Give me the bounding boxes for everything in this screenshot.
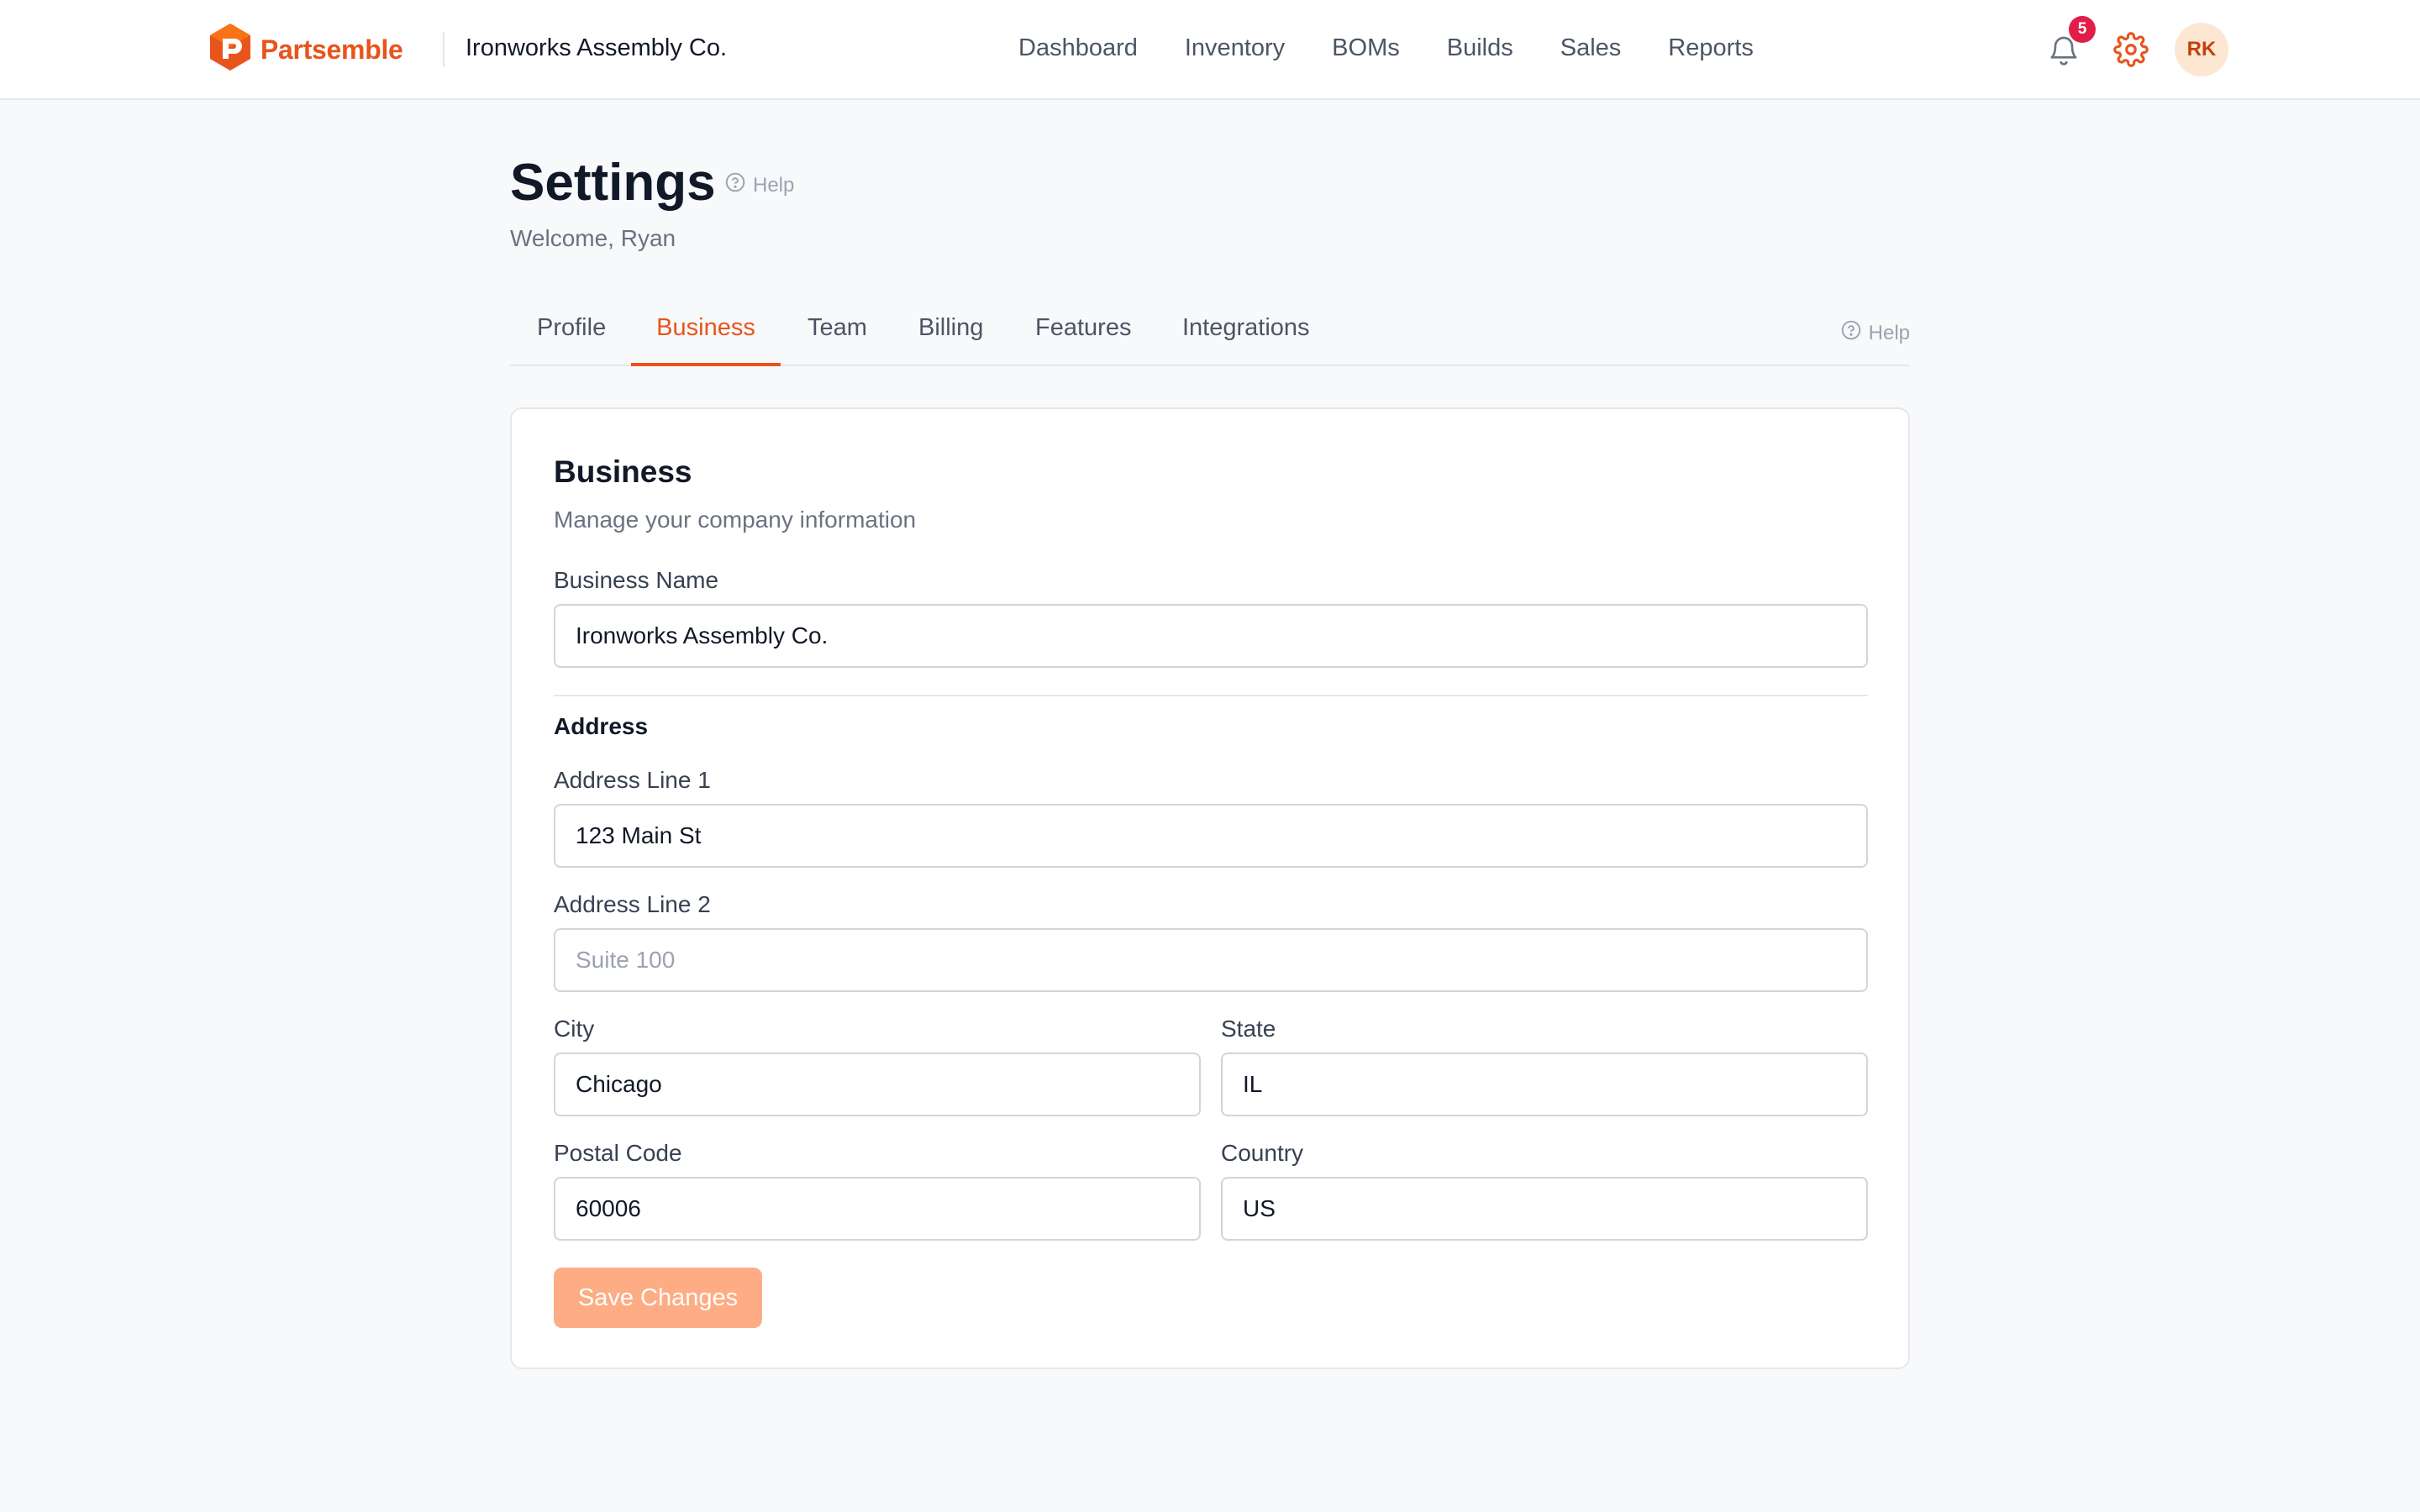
tab-business[interactable]: Business [631, 314, 781, 366]
welcome-text: Welcome, Ryan [510, 225, 676, 251]
gear-icon[interactable] [2113, 32, 2149, 67]
city-input[interactable]: Chicago [554, 1053, 1201, 1116]
save-changes-button[interactable]: Save Changes [554, 1268, 762, 1328]
country-input[interactable]: US [1221, 1177, 1868, 1241]
country-label: Country [1221, 1140, 1304, 1166]
settings-tabs: Profile Business Team Billing Features I… [510, 301, 1910, 366]
tab-billing[interactable]: Billing [918, 314, 983, 366]
brand-name: Partsemble [260, 34, 403, 65]
address-heading: Address [554, 713, 649, 739]
org-divider [443, 32, 445, 67]
state-label: State [1221, 1016, 1276, 1042]
card-title: Business [554, 454, 692, 489]
nav-inventory[interactable]: Inventory [1185, 34, 1285, 62]
address-line2-input[interactable]: Suite 100 [554, 928, 1868, 992]
nav-boms[interactable]: BOMs [1332, 34, 1400, 62]
address-line1-input[interactable]: 123 Main St [554, 804, 1868, 868]
page-title: Settings [510, 154, 716, 212]
top-navbar: Partsemble Ironworks Assembly Co. Dashbo… [0, 0, 2420, 100]
business-name-input[interactable]: Ironworks Assembly Co. [554, 604, 1868, 668]
help-label: Help [1868, 321, 1910, 344]
nav-reports[interactable]: Reports [1668, 34, 1754, 62]
help-link-header[interactable]: Help [724, 171, 794, 199]
tab-integrations[interactable]: Integrations [1182, 314, 1310, 366]
state-input[interactable]: IL [1221, 1053, 1868, 1116]
main-nav: Dashboard Inventory BOMs Builds Sales Re… [1018, 34, 1801, 62]
brand-logo[interactable]: Partsemble [207, 22, 403, 78]
tab-profile[interactable]: Profile [537, 314, 606, 366]
address-line2-label: Address Line 2 [554, 891, 711, 917]
nav-sales[interactable]: Sales [1560, 34, 1622, 62]
help-link-tabs[interactable]: Help [1840, 319, 1910, 347]
tab-features[interactable]: Features [1035, 314, 1131, 366]
city-label: City [554, 1016, 595, 1042]
tab-team[interactable]: Team [808, 314, 867, 366]
help-circle-icon [724, 171, 753, 199]
partsemble-logo-icon [207, 22, 254, 78]
business-card: Business Manage your company information… [510, 407, 1910, 1369]
notification-badge: 5 [2069, 16, 2096, 43]
org-name[interactable]: Ironworks Assembly Co. [466, 34, 727, 62]
card-subtitle: Manage your company information [554, 507, 917, 533]
help-label: Help [753, 173, 795, 197]
postal-code-input[interactable]: 60006 [554, 1177, 1201, 1241]
section-divider [554, 695, 1868, 696]
business-name-label: Business Name [554, 567, 719, 593]
help-circle-icon [1840, 319, 1869, 347]
nav-dashboard[interactable]: Dashboard [1018, 34, 1138, 62]
postal-code-label: Postal Code [554, 1140, 682, 1166]
address-line1-label: Address Line 1 [554, 767, 711, 793]
nav-builds[interactable]: Builds [1447, 34, 1513, 62]
avatar[interactable]: RK [2175, 23, 2228, 76]
